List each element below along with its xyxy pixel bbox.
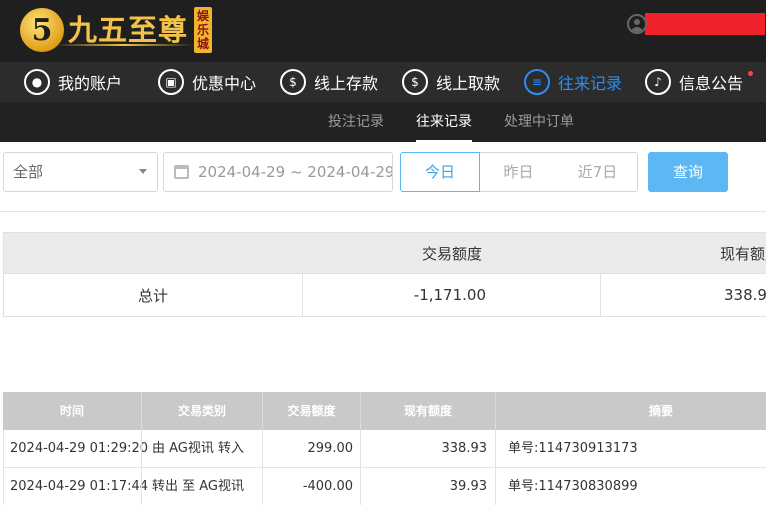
header-amount: 交易额度 <box>287 404 336 418</box>
gift-icon: ▣ <box>158 69 184 95</box>
filter-bar: 全部 2024-04-29 ~ 2024-04-29 今日 昨日 近7日 查询 <box>0 142 766 212</box>
column-divider <box>495 430 496 468</box>
cell-amount: -400.00 <box>302 479 353 494</box>
records-table: 时间 交易类别 交易额度 现有额度 摘要 2024-04-29 01:29:20… <box>3 392 766 505</box>
nav-promotions[interactable]: ▣ 优惠中心 <box>158 62 256 102</box>
column-divider <box>141 430 142 468</box>
column-divider <box>495 468 496 505</box>
cell-memo: 单号:114730830899 <box>508 479 638 494</box>
range-yesterday-button[interactable]: 昨日 <box>479 152 559 192</box>
user-icon: ● <box>24 69 50 95</box>
top-header: 5 九五至尊 娱乐城 <box>0 0 766 62</box>
header-balance: 现有额度 <box>403 404 452 418</box>
header-type: 交易类别 <box>177 404 226 418</box>
cell-amount: 299.00 <box>307 441 354 456</box>
user-menu[interactable] <box>627 13 765 35</box>
nav-label: 线上取款 <box>436 74 501 93</box>
date-range-input[interactable]: 2024-04-29 ~ 2024-04-29 <box>163 152 393 192</box>
header-time: 时间 <box>59 404 84 418</box>
header-memo: 摘要 <box>648 404 673 418</box>
logo-underline <box>54 44 194 46</box>
table-row: 2024-04-29 01:29:20 由 AG视讯 转入 299.00 338… <box>3 430 766 468</box>
summary-total-balance: 338.93 <box>724 286 766 304</box>
cell-type: 由 AG视讯 转入 <box>152 441 245 456</box>
user-avatar-icon <box>627 14 647 34</box>
summary-header-row: 交易额度 现有额度 <box>3 232 766 274</box>
brand-badge: 娱乐城 <box>194 7 213 53</box>
summary-total-label: 总计 <box>137 286 168 305</box>
cell-time: 2024-04-29 01:29:20 <box>10 441 149 456</box>
column-divider <box>141 468 142 505</box>
records-icon: ≡ <box>524 69 550 95</box>
nav-label: 优惠中心 <box>192 74 257 93</box>
column-divider <box>600 274 601 316</box>
summary-header-amount: 交易额度 <box>422 244 483 263</box>
notification-dot <box>748 71 754 76</box>
subtab-bet-records[interactable]: 投注记录 <box>328 102 384 142</box>
nav-withdraw[interactable]: $ 线上取款 <box>402 62 500 102</box>
cell-type: 转出 至 AG视讯 <box>152 479 245 494</box>
range-today-button[interactable]: 今日 <box>400 152 480 192</box>
bell-icon: ♪ <box>645 69 671 95</box>
summary-header-balance: 现有额度 <box>720 244 766 263</box>
date-range-value: 2024-04-29 ~ 2024-04-29 <box>198 163 393 181</box>
nav-label: 线上存款 <box>314 74 379 93</box>
records-header-row: 时间 交易类别 交易额度 现有额度 摘要 <box>3 392 766 430</box>
nav-announcements[interactable]: ♪ 信息公告 <box>645 62 754 102</box>
calendar-icon <box>174 165 189 179</box>
main-nav: ● 我的账户 ▣ 优惠中心 $ 线上存款 $ 线上取款 ≡ 往来记录 ♪ 信息公… <box>0 62 766 102</box>
nav-label: 我的账户 <box>58 74 123 93</box>
username-redacted <box>645 13 765 35</box>
nav-label: 信息公告 <box>679 74 744 93</box>
type-select-value: 全部 <box>13 163 44 181</box>
nav-records[interactable]: ≡ 往来记录 <box>524 62 622 102</box>
type-select[interactable]: 全部 <box>3 152 158 192</box>
subtab-transaction-records[interactable]: 往来记录 <box>416 102 472 142</box>
brand-name: 九五至尊 <box>68 12 189 47</box>
brand-logo[interactable]: 5 九五至尊 娱乐城 <box>20 4 213 56</box>
deposit-icon: $ <box>280 69 306 95</box>
cell-time: 2024-04-29 01:17:44 <box>10 479 149 494</box>
query-button[interactable]: 查询 <box>648 152 728 192</box>
cell-balance: 39.93 <box>449 479 487 494</box>
nav-my-account[interactable]: ● 我的账户 <box>24 62 122 102</box>
withdraw-icon: $ <box>402 69 428 95</box>
subtab-pending-orders[interactable]: 处理中订单 <box>504 102 574 142</box>
cell-balance: 338.93 <box>441 441 488 456</box>
nav-label: 往来记录 <box>558 74 623 93</box>
range-7days-button[interactable]: 近7日 <box>558 152 638 192</box>
summary-total-row: 总计 -1,171.00 338.93 <box>3 274 766 317</box>
cell-memo: 单号:114730913173 <box>508 441 638 456</box>
summary-total-amount: -1,171.00 <box>413 286 486 304</box>
nav-deposit[interactable]: $ 线上存款 <box>280 62 378 102</box>
chevron-down-icon <box>139 169 147 174</box>
table-row: 2024-04-29 01:17:44 转出 至 AG视讯 -400.00 39… <box>3 468 766 505</box>
sub-nav: 投注记录 往来记录 处理中订单 <box>0 102 766 142</box>
